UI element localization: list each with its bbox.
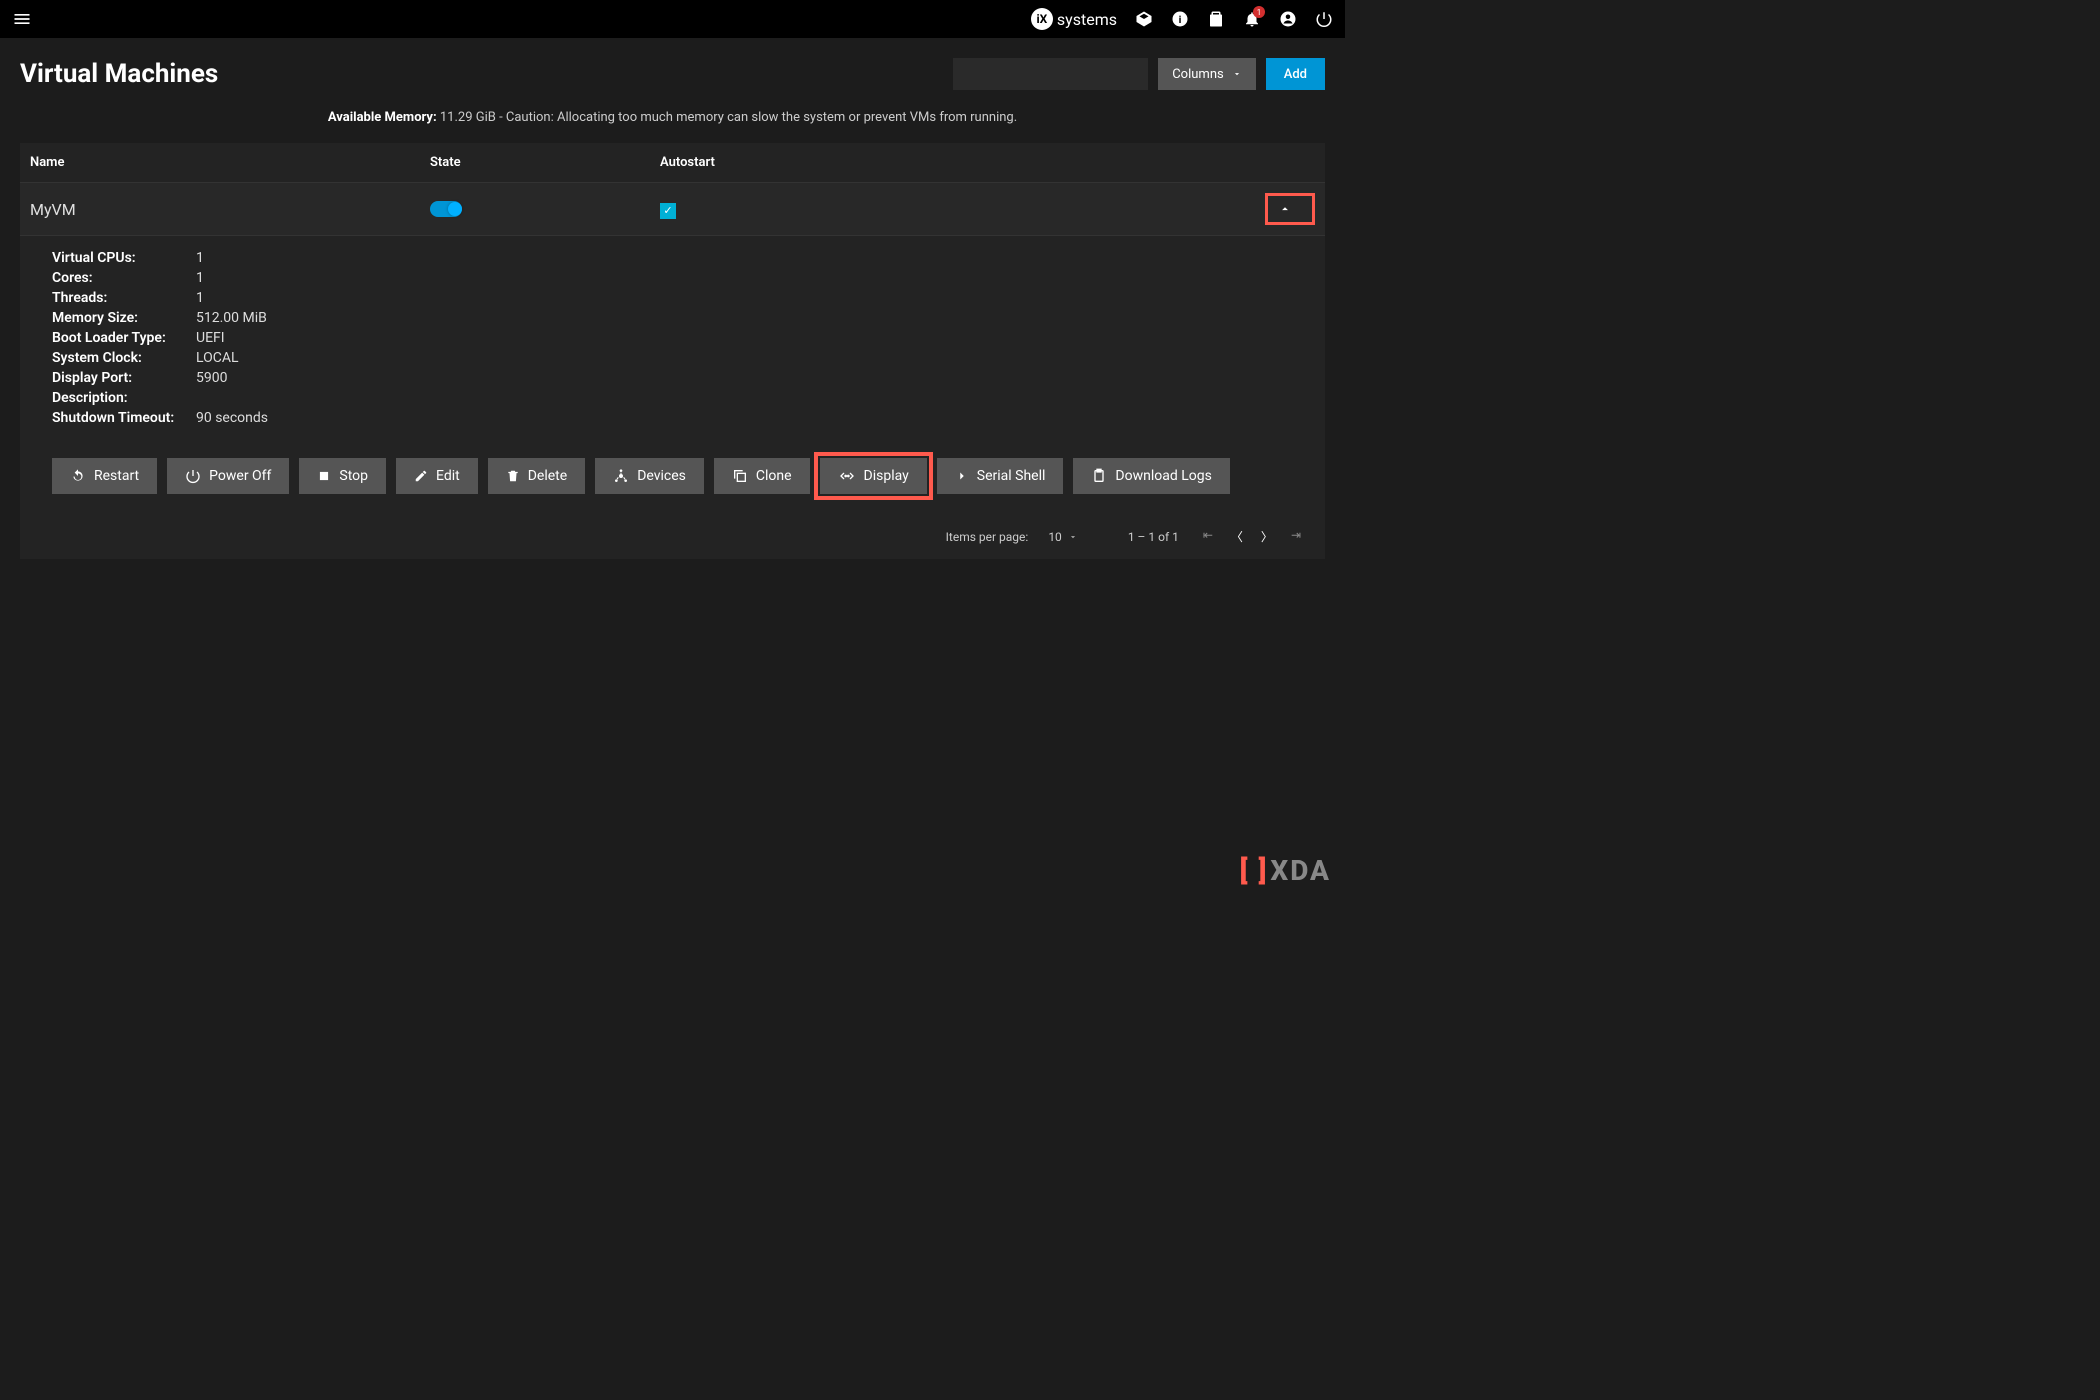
vm-state — [430, 201, 660, 217]
columns-label: Columns — [1172, 67, 1224, 82]
page-range: 1 – 1 of 1 — [1128, 530, 1179, 544]
header-autostart[interactable]: Autostart — [660, 155, 1265, 170]
svg-text:i: i — [1179, 13, 1182, 26]
menu-icon[interactable] — [12, 9, 32, 29]
last-page-button[interactable]: ⇥ — [1287, 524, 1305, 549]
vm-autostart: ✓ — [660, 199, 1265, 219]
page-title: Virtual Machines — [20, 59, 218, 89]
clipboard-icon — [1091, 468, 1107, 484]
add-button[interactable]: Add — [1266, 58, 1325, 90]
topbar: iX systems i 1 — [0, 0, 1345, 38]
autostart-checkbox[interactable]: ✓ — [660, 203, 676, 219]
devices-icon — [613, 468, 629, 484]
notification-badge: 1 — [1253, 6, 1265, 18]
page-nav: ⇤ 〈 〉 ⇥ — [1199, 524, 1305, 549]
header-controls: Columns Add — [953, 58, 1325, 90]
port-label: Display Port: — [52, 370, 182, 386]
threads-value: 1 — [196, 290, 204, 306]
download-logs-button[interactable]: Download Logs — [1073, 458, 1229, 494]
header-state[interactable]: State — [430, 155, 660, 170]
memory-label: Available Memory: — [328, 110, 437, 125]
items-per-page-select[interactable]: 10 — [1048, 530, 1078, 544]
port-value: 5900 — [196, 370, 227, 386]
search-wrap — [953, 58, 1148, 90]
memory-label: Memory Size: — [52, 310, 182, 326]
logo-text: systems — [1057, 10, 1117, 29]
state-toggle[interactable] — [430, 201, 462, 217]
header-name[interactable]: Name — [30, 155, 430, 170]
first-page-button[interactable]: ⇤ — [1199, 524, 1217, 549]
chevron-up-icon — [1278, 202, 1292, 216]
collapse-button[interactable] — [1265, 193, 1315, 225]
search-input[interactable] — [953, 58, 1148, 90]
expand-cell — [1265, 193, 1315, 225]
next-page-button[interactable]: 〉 — [1257, 524, 1277, 549]
poweroff-button[interactable]: Power Off — [167, 458, 289, 494]
memory-value: 11.29 GiB - Caution: Allocating too much… — [440, 110, 1017, 125]
action-bar: Restart Power Off Stop Edit Delete Devic… — [20, 444, 1325, 514]
pagination: Items per page: 10 1 – 1 of 1 ⇤ 〈 〉 ⇥ — [20, 514, 1325, 559]
threads-label: Threads: — [52, 290, 182, 306]
page-content: Virtual Machines Columns Add Available M… — [0, 38, 1345, 579]
info-icon[interactable]: i — [1171, 10, 1189, 28]
restart-icon — [70, 468, 86, 484]
display-icon — [838, 468, 856, 484]
desc-label: Description: — [52, 390, 182, 406]
stop-button[interactable]: Stop — [299, 458, 386, 494]
edit-icon — [414, 469, 428, 483]
vm-name: MyVM — [30, 200, 430, 219]
bell-icon[interactable]: 1 — [1243, 10, 1261, 28]
boot-label: Boot Loader Type: — [52, 330, 182, 346]
devices-button[interactable]: Devices — [595, 458, 704, 494]
stop-icon — [317, 469, 331, 483]
edit-button[interactable]: Edit — [396, 458, 478, 494]
table-row[interactable]: MyVM ✓ — [20, 183, 1325, 236]
display-button[interactable]: Display — [820, 458, 927, 494]
cores-label: Cores: — [52, 270, 182, 286]
serial-shell-button[interactable]: Serial Shell — [937, 458, 1064, 494]
restart-button[interactable]: Restart — [52, 458, 157, 494]
items-per-page-label: Items per page: — [946, 530, 1029, 544]
truenas-icon[interactable] — [1135, 10, 1153, 28]
topbar-right: iX systems i 1 — [1031, 8, 1333, 30]
vm-table: Name State Autostart MyVM ✓ Virtual CPUs… — [20, 143, 1325, 559]
vcpus-value: 1 — [196, 250, 204, 266]
clone-button[interactable]: Clone — [714, 458, 810, 494]
clone-icon — [732, 468, 748, 484]
bracket-icon: [ ] — [1240, 854, 1269, 887]
memory-value: 512.00 MiB — [196, 310, 267, 326]
chevron-down-icon — [1232, 69, 1242, 79]
vcpus-label: Virtual CPUs: — [52, 250, 182, 266]
shutdown-value: 90 seconds — [196, 410, 268, 426]
cores-value: 1 — [196, 270, 204, 286]
clock-value: LOCAL — [196, 350, 239, 366]
clock-label: System Clock: — [52, 350, 182, 366]
power-icon — [185, 468, 201, 484]
logo-badge: iX — [1031, 8, 1053, 30]
boot-value: UEFI — [196, 330, 225, 346]
memory-info: Available Memory: 11.29 GiB - Caution: A… — [20, 110, 1325, 125]
brand-logo[interactable]: iX systems — [1031, 8, 1117, 30]
page-header: Virtual Machines Columns Add — [20, 58, 1325, 90]
watermark: [ ] XDA — [1240, 854, 1331, 887]
power-icon[interactable] — [1315, 10, 1333, 28]
clipboard-icon[interactable] — [1207, 10, 1225, 28]
prev-page-button[interactable]: 〈 — [1227, 524, 1247, 549]
delete-button[interactable]: Delete — [488, 458, 585, 494]
table-header: Name State Autostart — [20, 143, 1325, 183]
chevron-right-icon — [955, 469, 969, 483]
vm-details: Virtual CPUs: 1 Cores: 1 Threads: 1 Memory … — [20, 236, 1325, 444]
delete-icon — [506, 469, 520, 483]
shutdown-label: Shutdown Timeout: — [52, 410, 182, 426]
chevron-down-icon — [1068, 532, 1078, 542]
columns-button[interactable]: Columns — [1158, 58, 1256, 90]
account-icon[interactable] — [1279, 10, 1297, 28]
